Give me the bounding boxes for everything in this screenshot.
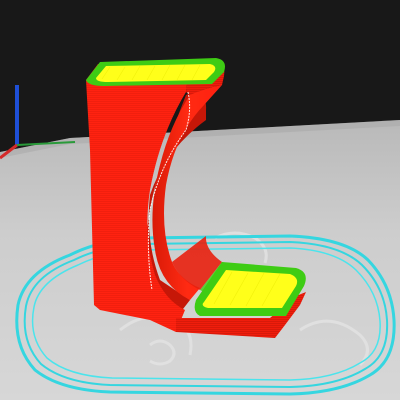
top-surface-upper <box>86 58 225 86</box>
3d-preview-viewport[interactable] <box>0 0 400 400</box>
z-axis <box>15 85 19 145</box>
preview-canvas[interactable] <box>0 0 400 400</box>
